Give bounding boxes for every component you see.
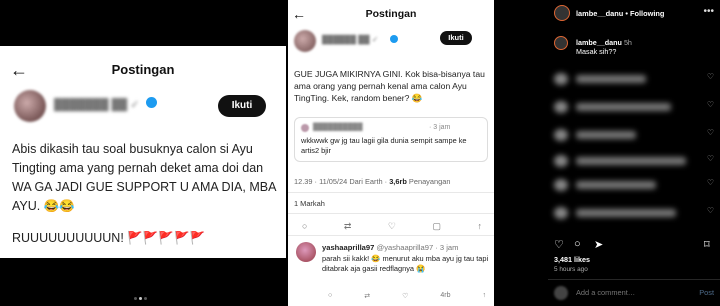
post-comment-button[interactable]: Post xyxy=(699,288,714,297)
tweet-screenshot-large: ← Postingan ███████ ██ ✓ Ikuti Abis dika… xyxy=(0,46,286,258)
heart-icon[interactable]: ♡ xyxy=(707,100,714,109)
comment-time: 5h xyxy=(623,38,632,47)
bookmark-icon[interactable]: ▢ xyxy=(432,221,441,232)
blurred-comment xyxy=(554,176,656,191)
view-label: Penayangan xyxy=(408,177,451,186)
save-icon[interactable]: ⌑ xyxy=(704,238,710,251)
tweet-screenshot-small: ← Postingan ██████ ██ ✓ Ikuti GUE JUGA M… xyxy=(288,0,494,306)
tweet-meta: 12.39 · 11/05/24 Dari Earth · 3,6rb Pena… xyxy=(294,177,450,186)
tweet-actions: ○ ⇄ ♡ ▢ ↑ xyxy=(302,221,482,232)
blurred-comment xyxy=(554,152,686,167)
reply-author[interactable]: yashaaprilla97 @yashaaprilla97 · 3 jam xyxy=(322,243,458,252)
screenshot-stage: ← Postingan ███████ ██ ✓ Ikuti Abis dika… xyxy=(0,0,720,306)
carousel-dots[interactable] xyxy=(133,287,148,305)
reply-name: yashaaprilla97 xyxy=(322,243,375,252)
heart-icon[interactable]: ♡ xyxy=(707,72,714,81)
comment-icon[interactable]: ○ xyxy=(574,238,581,250)
blurred-username: ██████████ xyxy=(313,124,363,131)
heart-icon[interactable]: ♡ xyxy=(707,178,714,187)
avatar[interactable] xyxy=(554,5,570,21)
tweet-text: Abis dikasih tau soal busuknya calon si … xyxy=(12,142,276,213)
quoted-tweet[interactable]: ██████████ · 3 jam wkkwwk gw jg tau lagi… xyxy=(294,117,488,162)
page-title: Postingan xyxy=(111,62,175,77)
blurred-comment xyxy=(554,126,636,141)
like-icon[interactable]: ♡ xyxy=(388,221,396,232)
blurred-comment xyxy=(554,70,646,85)
reply-text: parah sii kakk! 😂 menurut aku mba ayu jg… xyxy=(322,254,489,273)
like-icon[interactable]: ♡ xyxy=(402,292,408,300)
comment-author-name: lambe__danu xyxy=(576,38,622,47)
share-icon[interactable]: ↑ xyxy=(482,292,486,300)
timestamp: 12.39 · 11/05/24 Dari Earth · xyxy=(294,177,388,186)
account-header[interactable]: lambe__danu • Following xyxy=(576,9,664,18)
avatar[interactable] xyxy=(554,36,568,50)
blurred-username: ██████ ██ ✓ xyxy=(322,35,379,44)
avatar xyxy=(554,286,568,300)
divider xyxy=(288,192,494,193)
reply-handle: @yashaaprilla97 · 3 jam xyxy=(376,243,459,252)
heart-icon[interactable]: ♡ xyxy=(707,154,714,163)
share-icon[interactable]: ↑ xyxy=(477,221,482,232)
blurred-username: ███████ ██ ✓ xyxy=(54,99,140,111)
send-icon[interactable]: ➤ xyxy=(594,238,603,251)
page-title: Postingan xyxy=(365,8,417,20)
carousel-dot[interactable] xyxy=(144,297,147,300)
divider xyxy=(288,213,494,214)
avatar xyxy=(14,90,46,122)
views-count: 4rb xyxy=(440,292,451,299)
comment-author[interactable]: lambe__danu 5h xyxy=(576,38,632,47)
follow-button[interactable]: Ikuti xyxy=(218,95,266,117)
post-actions: ♡ ○ ➤ ⌑ xyxy=(554,238,714,252)
heart-icon[interactable]: ♡ xyxy=(707,206,714,215)
blurred-comment xyxy=(554,98,671,113)
quote-time: · 3 jam xyxy=(429,124,451,131)
verified-icon xyxy=(390,35,398,43)
avatar xyxy=(294,30,316,52)
bookmark-count[interactable]: 1 Markah xyxy=(294,199,325,208)
tweet-text-second: RUUUUUUUUUUN! 🚩🚩🚩🚩🚩 xyxy=(12,231,206,245)
comment-input[interactable] xyxy=(576,288,686,297)
divider xyxy=(288,235,494,236)
avatar[interactable] xyxy=(296,242,316,262)
carousel-dot[interactable] xyxy=(134,297,137,300)
divider xyxy=(548,279,720,280)
instagram-comments-panel: lambe__danu • Following ••• lambe__danu … xyxy=(548,0,720,306)
carousel-dot-active[interactable] xyxy=(139,297,142,300)
blurred-comment xyxy=(554,204,676,219)
quote-text: wkkwwk gw jg tau lagii gila dunia sempit… xyxy=(301,136,467,155)
retweet-icon[interactable]: ⇄ xyxy=(344,221,352,232)
tweet-text: GUE JUGA MIKIRNYA GINI. Kok bisa-bisanya… xyxy=(294,69,485,103)
heart-icon[interactable]: ♡ xyxy=(554,238,564,251)
quote-avatar xyxy=(301,124,309,132)
post-time: 5 hours ago xyxy=(554,266,588,273)
follow-status[interactable]: • Following xyxy=(625,9,664,18)
heart-icon[interactable]: ♡ xyxy=(707,128,714,137)
account-name: lambe__danu xyxy=(576,9,624,18)
view-count: 3,6rb xyxy=(389,177,407,186)
verified-icon xyxy=(146,97,157,108)
retweet-icon[interactable]: ⇄ xyxy=(364,292,370,300)
comment-text: Masak sih?? xyxy=(576,47,617,56)
like-count[interactable]: 3,481 likes xyxy=(554,255,590,264)
follow-button[interactable]: Ikuti xyxy=(440,31,472,45)
reply-icon[interactable]: ○ xyxy=(328,292,332,300)
reply-actions: ○ ⇄ ♡ 4rb ↑ xyxy=(328,292,486,300)
reply-icon[interactable]: ○ xyxy=(302,221,307,232)
more-icon[interactable]: ••• xyxy=(703,6,714,17)
